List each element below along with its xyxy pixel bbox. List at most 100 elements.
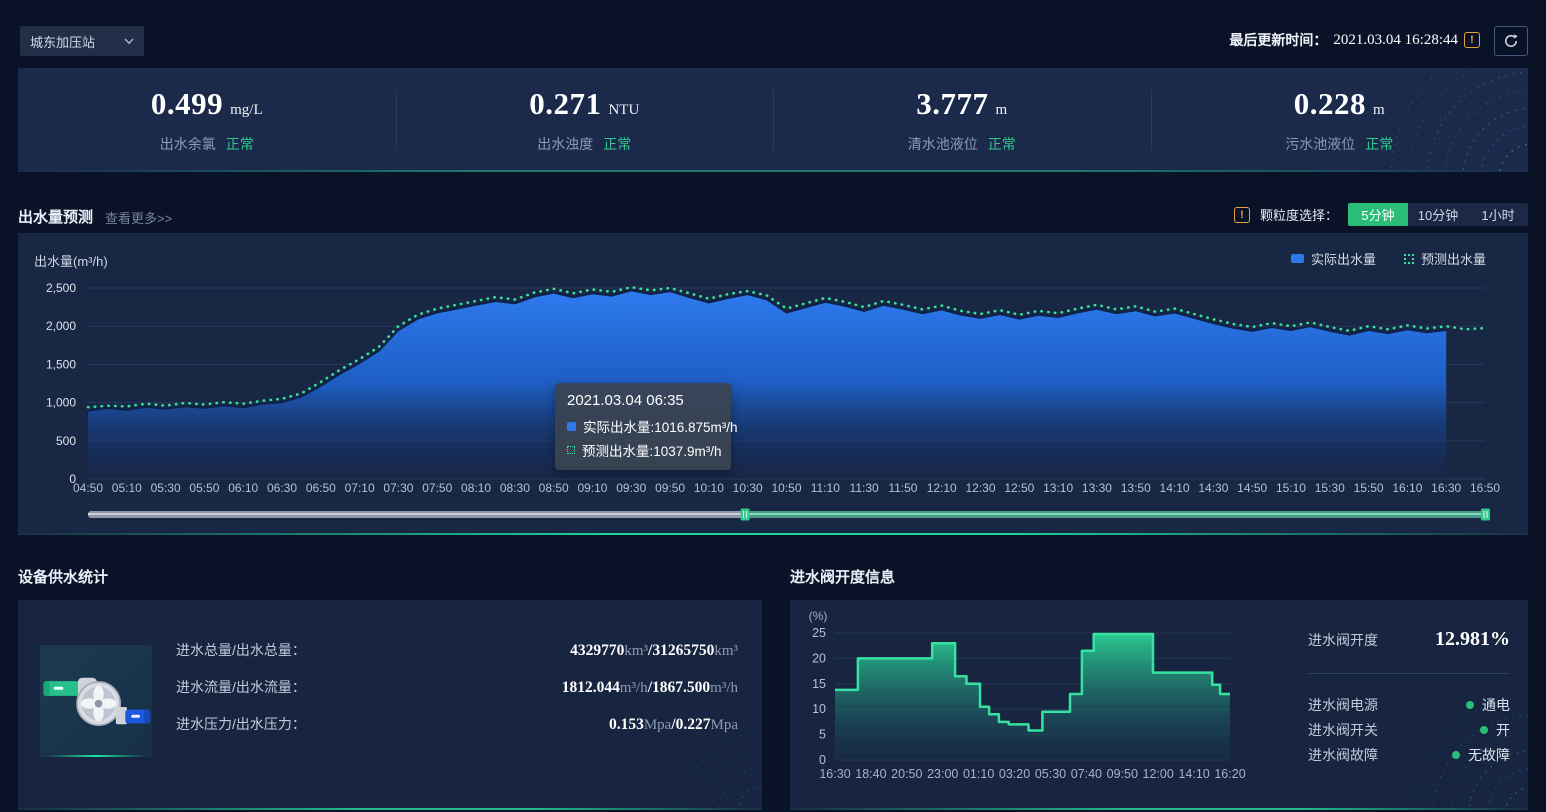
svg-text:1,500: 1,500: [46, 357, 76, 371]
svg-text:500: 500: [56, 434, 76, 448]
status-badge: 正常: [226, 136, 254, 152]
svg-text:18:40: 18:40: [855, 767, 886, 781]
svg-text:5: 5: [819, 728, 826, 742]
see-more-link[interactable]: 查看更多>>: [105, 208, 172, 227]
stat-label: 污水池液位正常: [1285, 134, 1393, 154]
legend-swatch-actual: [1291, 254, 1304, 263]
svg-text:09:50: 09:50: [655, 481, 685, 495]
stat-value: 0.271NTU: [529, 86, 639, 122]
chart-tooltip: 2021.03.04 06:35 实际出水量:1016.875m³/h 预测出水…: [555, 383, 731, 470]
station-select-value: 城东加压站: [30, 32, 95, 51]
svg-text:12:00: 12:00: [1143, 767, 1174, 781]
stat-clean-tank-level: 3.777m 清水池液位正常: [773, 68, 1151, 172]
svg-text:07:40: 07:40: [1071, 767, 1102, 781]
tooltip-predicted-row: 预测出水量:1037.9m³/h: [567, 440, 719, 460]
svg-text:08:30: 08:30: [500, 481, 530, 495]
stat-value: 0.499mg/L: [151, 86, 263, 122]
kpi-stats-band: 0.499mg/L 出水余氯正常 0.271NTU 出水浊度正常 3.777m …: [18, 68, 1528, 172]
svg-text:14:10: 14:10: [1160, 481, 1190, 495]
status-dot: [1480, 726, 1488, 734]
svg-text:06:50: 06:50: [306, 481, 336, 495]
stat-effluent-chlorine: 0.499mg/L 出水余氯正常: [18, 68, 396, 172]
valve-info-panel: (%)051015202516:3018:4020:5023:0001:1003…: [790, 600, 1528, 810]
svg-text:10:50: 10:50: [771, 481, 801, 495]
valve-opening-value: 12.981%: [1435, 628, 1510, 651]
tooltip-actual-row: 实际出水量:1016.875m³/h: [567, 416, 719, 436]
svg-text:05:50: 05:50: [189, 481, 219, 495]
svg-text:16:30: 16:30: [819, 767, 850, 781]
pump-card: [40, 645, 152, 757]
valve-info-column: 进水阀开度 12.981% 进水阀电源 通电 进水阀开关 开 进水阀故障 无故障: [1308, 628, 1510, 767]
svg-text:12:50: 12:50: [1004, 481, 1034, 495]
valve-power-row: 进水阀电源 通电: [1308, 692, 1510, 717]
tooltip-swatch-actual: [567, 422, 576, 431]
svg-text:15: 15: [812, 677, 826, 691]
valve-switch-row: 进水阀开关 开: [1308, 717, 1510, 742]
svg-text:14:30: 14:30: [1198, 481, 1228, 495]
svg-text:05:30: 05:30: [151, 481, 181, 495]
forecast-chart-canvas[interactable]: 05001,0001,5002,0002,50004:5005:1005:300…: [18, 233, 1528, 535]
svg-text:15:10: 15:10: [1276, 481, 1306, 495]
supply-row-total: 进水总量/出水总量： 4329770km³/31265750km³: [176, 640, 738, 677]
supply-row-pressure: 进水压力/出水压力： 0.153Mpa/0.227Mpa: [176, 714, 738, 751]
stat-label: 出水余氯正常: [160, 134, 254, 154]
svg-text:10:10: 10:10: [694, 481, 724, 495]
svg-text:05:30: 05:30: [1035, 767, 1066, 781]
stat-sewage-tank-level: 0.228m 污水池液位正常: [1151, 68, 1529, 172]
svg-text:09:30: 09:30: [616, 481, 646, 495]
granularity-label: 颗粒度选择：: [1260, 205, 1338, 224]
stat-value: 3.777m: [916, 86, 1007, 122]
granularity-10min-button[interactable]: 10分钟: [1408, 203, 1468, 226]
tooltip-date: 2021.03.04 06:35: [567, 392, 719, 409]
granularity-1hour-button[interactable]: 1小时: [1468, 203, 1528, 226]
svg-text:2,000: 2,000: [46, 319, 76, 333]
svg-text:15:30: 15:30: [1315, 481, 1345, 495]
refresh-icon: [1503, 33, 1519, 49]
station-select-dropdown[interactable]: 城东加压站: [20, 26, 144, 56]
refresh-button[interactable]: [1494, 26, 1528, 56]
warning-icon[interactable]: !: [1464, 32, 1480, 48]
svg-text:16:10: 16:10: [1392, 481, 1422, 495]
legend-actual[interactable]: 实际出水量: [1291, 249, 1376, 268]
valve-section-title: 进水阀开度信息: [790, 566, 895, 587]
last-update-label: 最后更新时间：: [1229, 30, 1327, 50]
svg-text:16:30: 16:30: [1431, 481, 1461, 495]
svg-text:0: 0: [819, 753, 826, 767]
svg-text:08:10: 08:10: [461, 481, 491, 495]
granularity-5min-button[interactable]: 5分钟: [1348, 203, 1408, 226]
svg-text:08:50: 08:50: [539, 481, 569, 495]
divider: [1308, 673, 1510, 674]
valve-chart-canvas[interactable]: (%)051015202516:3018:4020:5023:0001:1003…: [790, 600, 1290, 810]
svg-text:04:50: 04:50: [73, 481, 103, 495]
granularity-group: 5分钟 10分钟 1小时: [1348, 203, 1528, 226]
stat-label: 出水浊度正常: [537, 134, 631, 154]
legend-predicted[interactable]: 预测出水量: [1404, 249, 1486, 268]
last-update-time: 2021.03.04 16:28:44: [1333, 32, 1458, 49]
svg-text:2,500: 2,500: [46, 281, 76, 295]
svg-text:13:30: 13:30: [1082, 481, 1112, 495]
stat-value: 0.228m: [1294, 86, 1385, 122]
stat-label: 清水池液位正常: [908, 134, 1016, 154]
svg-text:20: 20: [812, 651, 826, 665]
supply-row-flow: 进水流量/出水流量： 1812.044m³/h/1867.500m³/h: [176, 677, 738, 714]
svg-text:15:50: 15:50: [1354, 481, 1384, 495]
svg-text:14:10: 14:10: [1178, 767, 1209, 781]
svg-text:01:10: 01:10: [963, 767, 994, 781]
warning-icon[interactable]: !: [1234, 207, 1250, 223]
svg-text:16:50: 16:50: [1470, 481, 1500, 495]
chart-legend: 实际出水量 预测出水量: [1291, 249, 1486, 268]
header-bar: 城东加压站 最后更新时间： 2021.03.04 16:28:44 !: [0, 0, 1546, 62]
tooltip-swatch-predicted: [567, 446, 575, 454]
svg-text:13:50: 13:50: [1121, 481, 1151, 495]
svg-text:13:10: 13:10: [1043, 481, 1073, 495]
pump-icon: [40, 653, 152, 749]
svg-text:07:10: 07:10: [345, 481, 375, 495]
svg-text:11:10: 11:10: [811, 481, 840, 495]
svg-text:23:00: 23:00: [927, 767, 958, 781]
status-badge: 正常: [988, 136, 1016, 152]
forecast-section-title: 出水量预测: [18, 206, 93, 227]
svg-text:(%): (%): [809, 609, 828, 623]
stat-effluent-turbidity: 0.271NTU 出水浊度正常: [396, 68, 774, 172]
supply-rows: 进水总量/出水总量： 4329770km³/31265750km³ 进水流量/出…: [176, 640, 738, 751]
svg-text:16:20: 16:20: [1214, 767, 1245, 781]
